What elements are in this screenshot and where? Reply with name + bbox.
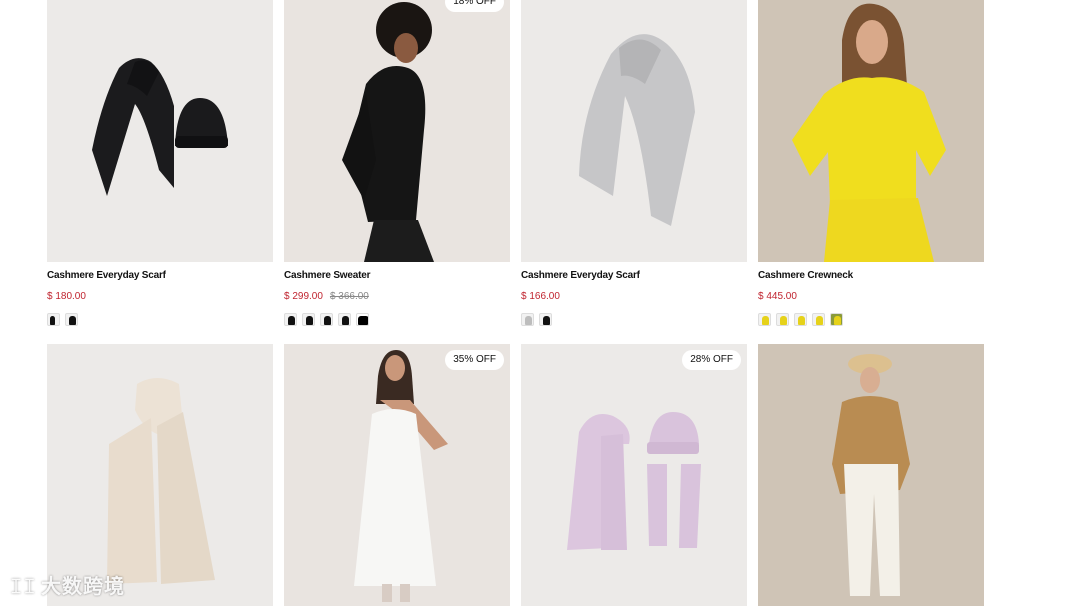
product-image-camel-cardigan-model[interactable]	[758, 344, 984, 606]
grey-scarf-illustration	[579, 34, 695, 226]
product-image-grey-scarf[interactable]	[521, 0, 747, 262]
discount-badge: 35% OFF	[445, 350, 504, 370]
product-card[interactable]: Cashmere Everyday Scarf $ 166.00	[521, 0, 747, 326]
product-price: $ 299.00	[284, 291, 323, 302]
black-scarf-illustration	[92, 58, 228, 197]
product-price: $ 166.00	[521, 291, 560, 302]
product-image-cream-scarf[interactable]	[47, 344, 273, 606]
lilac-set-illustration	[567, 412, 701, 550]
color-swatch-yellow[interactable]	[758, 313, 771, 326]
product-title[interactable]: Cashmere Everyday Scarf	[47, 270, 273, 282]
color-swatch-black[interactable]	[539, 313, 552, 326]
product-price: $ 180.00	[47, 291, 86, 302]
color-swatch-black-dark[interactable]	[356, 313, 369, 326]
model-white-dress-illustration	[354, 350, 448, 602]
product-card[interactable]: 28% OFF	[521, 344, 747, 606]
product-card[interactable]: 18% OFF Cashmere Sweater $ 299.00 $ 366.0…	[284, 0, 510, 326]
model-yellow-crewneck-illustration	[792, 3, 946, 262]
discount-badge: 18% OFF	[445, 0, 504, 12]
product-card[interactable]	[47, 344, 273, 606]
color-swatch-black-scarf[interactable]	[47, 313, 60, 326]
color-swatch-grey[interactable]	[521, 313, 534, 326]
product-image-yellow-crewneck-model[interactable]	[758, 0, 984, 262]
product-card[interactable]: Cashmere Crewneck $ 445.00	[758, 0, 984, 326]
product-image-black-sweater-model[interactable]: 18% OFF	[284, 0, 510, 262]
color-swatch-black-set[interactable]	[65, 313, 78, 326]
discount-badge: 28% OFF	[682, 350, 741, 370]
product-title[interactable]: Cashmere Sweater	[284, 270, 510, 282]
product-image-white-dress-model[interactable]: 35% OFF	[284, 344, 510, 606]
product-card[interactable]	[758, 344, 984, 606]
watermark-text: 大数跨境	[41, 576, 125, 598]
color-swatch-black[interactable]	[320, 313, 333, 326]
model-black-sweater-illustration	[342, 2, 434, 262]
product-card[interactable]: Cashmere Everyday Scarf $ 180.00	[47, 0, 273, 326]
watermark: ꀤꀤ 大数跨境	[10, 570, 125, 599]
cream-scarf-illustration	[107, 378, 215, 584]
product-image-lilac-scarf-hat-gloves-set[interactable]: 28% OFF	[521, 344, 747, 606]
color-swatch-yellow-green[interactable]	[830, 313, 843, 326]
color-swatch-black[interactable]	[338, 313, 351, 326]
product-card[interactable]: 35% OFF	[284, 344, 510, 606]
product-price: $ 445.00	[758, 291, 797, 302]
color-swatch-yellow[interactable]	[794, 313, 807, 326]
watermark-logo-icon: ꀤꀤ	[10, 580, 37, 597]
product-title[interactable]: Cashmere Crewneck	[758, 270, 984, 282]
color-swatch-yellow[interactable]	[776, 313, 789, 326]
color-swatch-yellow[interactable]	[812, 313, 825, 326]
product-old-price: $ 366.00	[329, 291, 369, 302]
model-camel-cardigan-illustration	[832, 354, 910, 596]
color-swatch-black[interactable]	[302, 313, 315, 326]
color-swatch-black[interactable]	[284, 313, 297, 326]
product-image-black-scarf-and-beanie[interactable]	[47, 0, 273, 262]
product-title[interactable]: Cashmere Everyday Scarf	[521, 270, 747, 282]
